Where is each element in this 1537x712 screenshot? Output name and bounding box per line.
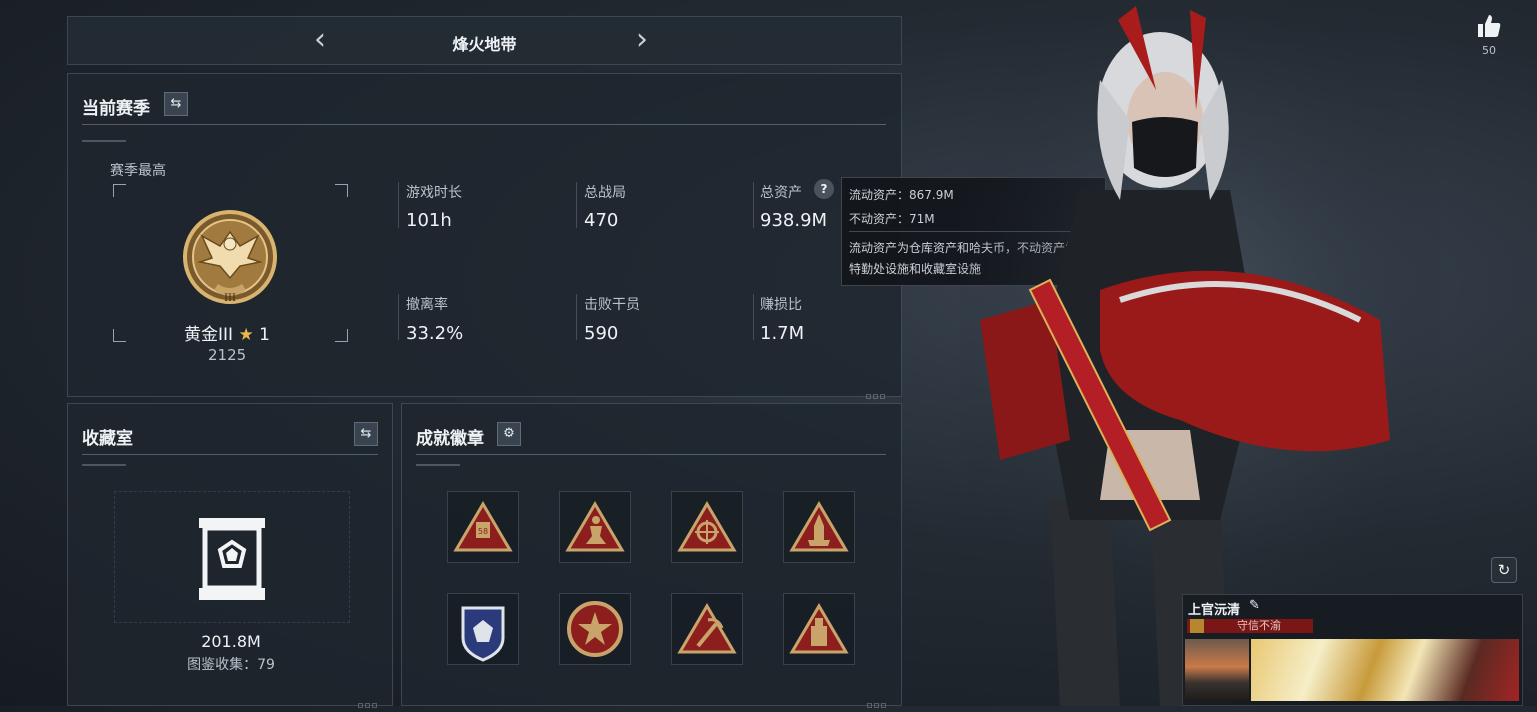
- frame-corner: [113, 329, 126, 342]
- corner-dots: [867, 693, 891, 708]
- like-button[interactable]: 50: [1472, 12, 1506, 57]
- svg-text:58: 58: [478, 527, 488, 536]
- player-title-banner: 守信不渝: [1187, 619, 1313, 633]
- collection-title: 收藏室: [82, 429, 133, 449]
- achievement-badge-star[interactable]: [559, 593, 631, 665]
- svg-text:III: III: [224, 293, 236, 304]
- player-card[interactable]: 上官沅清 ✎ 守信不渝: [1182, 594, 1523, 706]
- thumbs-up-icon: [1478, 15, 1501, 37]
- corner-dots: [358, 693, 382, 708]
- achievement-badge-shield[interactable]: [447, 593, 519, 665]
- help-icon[interactable]: ?: [814, 179, 834, 199]
- player-title: 守信不渝: [1237, 619, 1281, 632]
- switch-season-button[interactable]: ⇆: [164, 92, 188, 116]
- divider-tick: [82, 464, 126, 466]
- rocket-badge-icon: [789, 501, 849, 552]
- achievement-badge-kneel[interactable]: [559, 491, 631, 563]
- scope-badge-icon: [677, 501, 737, 552]
- stat-value-assets: 938.9M: [760, 210, 828, 231]
- achievements-title: 成就徽章: [416, 429, 484, 449]
- rank-name: 黄金III ★ 1: [184, 320, 270, 345]
- achievement-badge-pickaxe[interactable]: [671, 593, 743, 665]
- achievement-badge-bottle[interactable]: [783, 593, 855, 665]
- stat-value-matches: 470: [584, 210, 619, 231]
- tooltip-fixed: 不动资产：71M: [849, 212, 935, 226]
- achievements-panel: 成就徽章 ⚙ 58: [401, 403, 902, 708]
- divider-tick: [82, 140, 126, 142]
- rank-name-text: 黄金III: [184, 325, 234, 345]
- stat-separator: [576, 294, 577, 340]
- stat-label-matches: 总战局: [584, 185, 626, 201]
- achievement-badge-rocket[interactable]: [783, 491, 855, 563]
- divider: [82, 454, 378, 455]
- display-case-icon: [199, 518, 265, 600]
- next-arrow-icon[interactable]: ›: [636, 23, 648, 57]
- player-name: 上官沅清: [1188, 603, 1241, 618]
- achievement-badge-scope[interactable]: [671, 491, 743, 563]
- divider-tick: [416, 464, 460, 466]
- showcase-frame[interactable]: [114, 491, 350, 623]
- shield-badge-icon: [461, 606, 505, 662]
- stat-separator: [753, 182, 754, 228]
- player-banner-art: [1251, 639, 1519, 701]
- star-badge-icon: [567, 601, 623, 657]
- player-avatar[interactable]: [1185, 639, 1249, 701]
- frame-corner: [335, 184, 348, 197]
- collection-count: 图鉴收集：79: [187, 657, 275, 673]
- stat-separator: [398, 294, 399, 340]
- collection-panel: 收藏室 ⇆ 201.8M 图鉴收集：79: [67, 403, 393, 708]
- refresh-button[interactable]: ↻: [1491, 557, 1517, 583]
- stat-separator: [753, 294, 754, 340]
- stat-separator: [398, 182, 399, 228]
- stat-label-kills: 击败干员: [584, 297, 640, 313]
- bottle-badge-icon: [789, 603, 849, 654]
- stat-value-playtime: 101h: [406, 210, 452, 231]
- title-emblem-icon: [1190, 619, 1204, 633]
- season-panel: 当前赛季 ⇆ 赛季最高 III 黄金III ★ 1 2125 游戏时长 101h…: [67, 73, 902, 399]
- stat-value-profit-ratio: 1.7M: [760, 323, 805, 344]
- divider: [416, 454, 886, 455]
- frame-corner: [113, 184, 126, 197]
- achievement-badge-58[interactable]: 58: [447, 491, 519, 563]
- kneeling-soldier-badge-icon: [565, 501, 625, 552]
- stat-label-profit-ratio: 赚损比: [760, 297, 802, 313]
- rank-stars: 1: [259, 325, 270, 345]
- pickaxe-badge-icon: [677, 603, 737, 654]
- stat-value-kills: 590: [584, 323, 619, 344]
- rank-score: 2125: [208, 346, 247, 364]
- stat-label-extraction-rate: 撤离率: [406, 297, 448, 313]
- collection-value: 201.8M: [201, 632, 261, 651]
- season-best-label: 赛季最高: [110, 163, 166, 179]
- like-count: 50: [1482, 44, 1496, 57]
- season-title: 当前赛季: [82, 99, 150, 119]
- divider: [82, 124, 886, 125]
- stat-value-extraction-rate: 33.2%: [406, 323, 464, 344]
- stat-separator: [576, 182, 577, 228]
- achievements-settings-button[interactable]: ⚙: [497, 422, 521, 446]
- edit-name-icon[interactable]: ✎: [1249, 598, 1260, 613]
- tooltip-liquid: 流动资产：867.9M: [849, 188, 954, 202]
- frame-corner: [335, 329, 348, 342]
- switch-collection-button[interactable]: ⇆: [354, 422, 378, 446]
- badge-58-icon: 58: [453, 501, 513, 552]
- mode-title: 烽火地带: [452, 35, 517, 54]
- stat-label-assets: 总资产: [760, 185, 802, 201]
- gold-rank-emblem-icon: III: [183, 210, 277, 304]
- stat-label-playtime: 游戏时长: [406, 185, 462, 201]
- corner-dots: [866, 384, 890, 399]
- mode-header: ‹ 烽火地带 ›: [67, 16, 902, 65]
- star-icon: ★: [238, 325, 254, 345]
